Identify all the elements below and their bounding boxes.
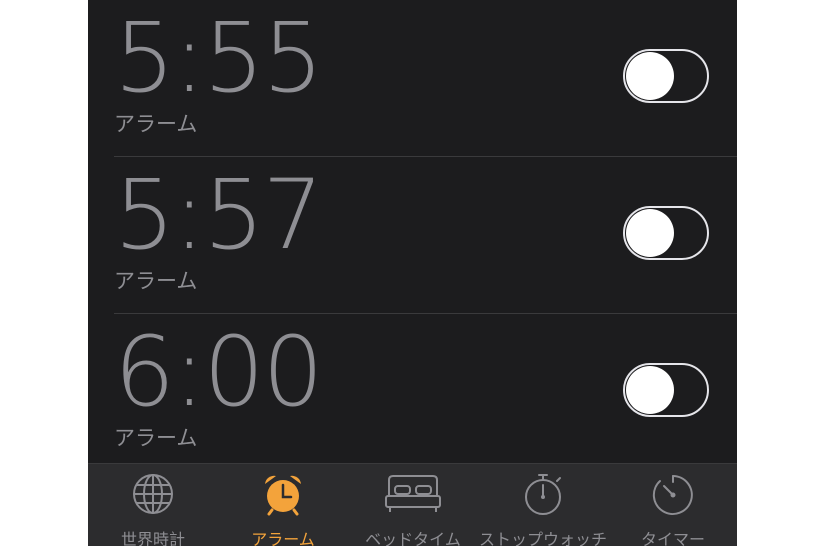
alarm-label: アラーム bbox=[114, 269, 198, 293]
tab-label: タイマー bbox=[640, 530, 705, 546]
toggle-knob bbox=[626, 209, 674, 257]
tab-label: 世界時計 bbox=[120, 530, 185, 546]
tab-label: アラーム bbox=[251, 530, 315, 546]
tab-label: ストップウォッチ bbox=[478, 530, 607, 546]
alarm-toggle[interactable] bbox=[623, 49, 709, 103]
alarm-label: アラーム bbox=[114, 426, 198, 450]
timer-icon bbox=[652, 475, 693, 515]
toggle-knob bbox=[626, 366, 674, 414]
globe-icon bbox=[133, 474, 173, 514]
toggle-knob bbox=[626, 52, 674, 100]
tab-bedtime[interactable]: ベッドタイム bbox=[348, 464, 478, 546]
alarm-row[interactable]: 5:55 アラーム bbox=[88, 0, 737, 157]
tab-timer[interactable]: タイマー bbox=[608, 464, 737, 546]
tab-alarm[interactable]: アラーム bbox=[218, 464, 348, 546]
alarm-time: 5:57 bbox=[114, 159, 324, 271]
alarm-time: 6:00 bbox=[114, 316, 324, 428]
alarm-list: 5:55 アラーム 5:57 アラーム 6:00 アラーム bbox=[88, 0, 737, 463]
tab-world-clock[interactable]: 世界時計 bbox=[88, 464, 218, 546]
clock-app-screen: 5:55 アラーム 5:57 アラーム 6:00 アラーム 世界時計 アラーム … bbox=[88, 0, 737, 546]
alarm-toggle[interactable] bbox=[623, 363, 709, 417]
tab-label: ベッドタイム bbox=[365, 530, 461, 546]
alarm-clock-icon bbox=[265, 475, 301, 516]
alarm-time: 5:55 bbox=[114, 2, 324, 114]
tab-bar: 世界時計 アラーム ベッドタイム ストップウォッチ タイマー bbox=[88, 463, 737, 546]
tab-stopwatch[interactable]: ストップウォッチ bbox=[478, 464, 608, 546]
stopwatch-icon bbox=[525, 474, 561, 515]
alarm-label: アラーム bbox=[114, 112, 198, 136]
alarm-toggle[interactable] bbox=[623, 206, 709, 260]
bed-icon bbox=[385, 475, 441, 512]
alarm-row[interactable]: 6:00 アラーム bbox=[88, 314, 737, 471]
alarm-row[interactable]: 5:57 アラーム bbox=[88, 157, 737, 314]
